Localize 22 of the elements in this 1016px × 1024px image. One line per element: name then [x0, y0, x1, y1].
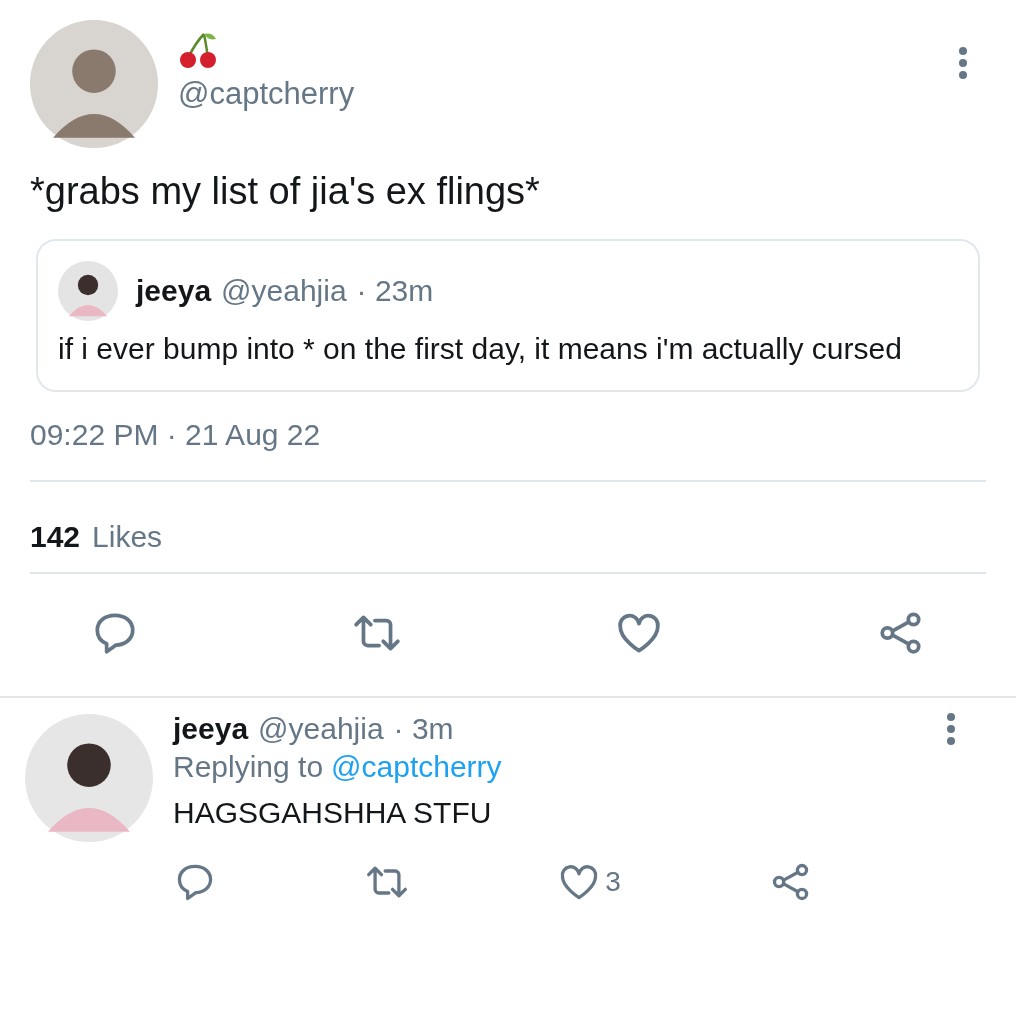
avatar — [58, 261, 118, 321]
user-handle: @yeahjia — [258, 712, 384, 746]
quoted-user-handle: @yeahjia — [221, 274, 347, 308]
avatar[interactable] — [25, 714, 153, 842]
mention-link[interactable]: @captcherry — [331, 750, 502, 784]
quoted-user-name: jeeya — [136, 274, 212, 308]
more-options-icon[interactable] — [946, 712, 956, 746]
quoted-tweet-text: if i ever bump into * on the first day, it means i'm actually cursed — [58, 331, 903, 367]
tweet-text: *grabs my list of jia's ex flings* — [30, 170, 541, 213]
reply-text: HAGSGAHSHHA STFU — [173, 796, 493, 830]
likes-count: 142 — [30, 520, 81, 554]
tweet-timestamp: 09:22 PM · 21 Aug 22 — [30, 418, 322, 452]
quoted-tweet-card[interactable]: jeeya @yeahjia · 23m if i ever bump into * on the first day, it means i'm actually cursed — [36, 239, 980, 392]
user-name: jeeya — [173, 712, 249, 746]
user-handle[interactable]: @captcherry — [178, 76, 355, 112]
replying-to-label: Replying to — [173, 750, 324, 784]
likes-label[interactable]: Likes — [92, 520, 163, 554]
reply-time: · 3m — [393, 712, 454, 746]
cherry-icon — [178, 30, 218, 70]
quoted-tweet-time: · 23m — [356, 274, 434, 308]
like-count: 3 — [605, 866, 621, 898]
more-options-icon[interactable] — [958, 46, 968, 80]
